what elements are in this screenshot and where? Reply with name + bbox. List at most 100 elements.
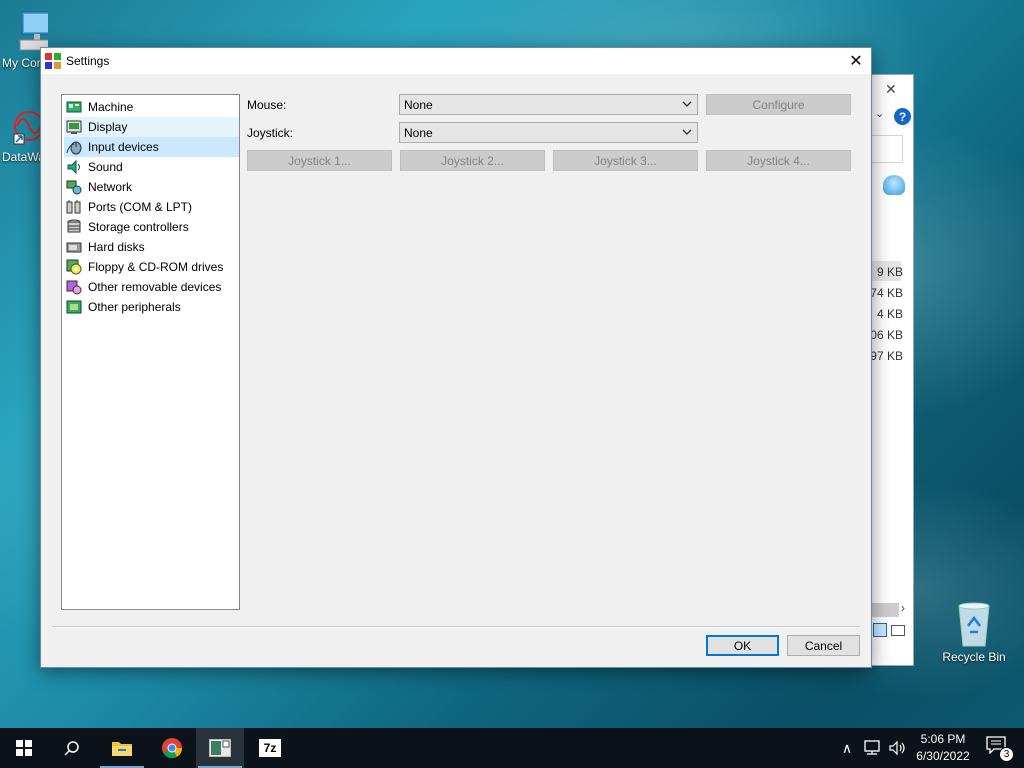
action-center-button[interactable]: 3 <box>986 736 1014 762</box>
chevron-down-icon[interactable]: ⌄ <box>875 107 884 120</box>
tree-item-label: Storage controllers <box>88 220 189 234</box>
system-tray: ∧ <box>836 728 908 768</box>
cancel-button-label: Cancel <box>804 638 843 653</box>
tree-item-display[interactable]: Display <box>64 117 239 137</box>
help-icon[interactable]: ? <box>894 108 911 125</box>
joystick-button-label: Joystick 4... <box>747 153 810 168</box>
joystick-button-label: Joystick 2... <box>441 153 504 168</box>
details-view-icon[interactable] <box>873 623 887 637</box>
scroll-right-icon[interactable]: › <box>901 601 905 615</box>
desktop-icon-recycle-bin[interactable]: Recycle Bin <box>938 600 1010 664</box>
tree-item-label: Other removable devices <box>88 280 222 294</box>
tree-item-label: Sound <box>88 160 123 174</box>
clock-date: 6/30/2022 <box>916 749 970 763</box>
joystick-3-button[interactable]: Joystick 3... <box>553 150 698 171</box>
file-size: 74 KB <box>870 286 903 300</box>
sound-icon <box>67 159 80 175</box>
cancel-button[interactable]: Cancel <box>787 635 860 656</box>
search-icon <box>64 741 79 756</box>
joystick-1-button[interactable]: Joystick 1... <box>247 150 392 171</box>
file-size: 9 KB <box>876 265 903 279</box>
7zip-button[interactable]: 7z <box>246 728 294 768</box>
settings-dialog: Settings ✕ Machine Display Input devices… <box>40 47 872 668</box>
mouse-select[interactable]: None <box>399 94 698 115</box>
settings-category-list[interactable]: Machine Display Input devices Sound Netw… <box>61 94 240 610</box>
file-size: 06 KB <box>870 328 903 342</box>
tree-item-machine[interactable]: Machine <box>64 97 239 117</box>
tree-item-storage-controllers[interactable]: Storage controllers <box>64 217 239 237</box>
display-icon <box>66 120 82 134</box>
chrome-button[interactable] <box>148 728 196 768</box>
peripherals-icon <box>66 300 82 314</box>
tree-item-label: Network <box>88 180 133 194</box>
input-devices-icon <box>66 141 82 155</box>
storage-controllers-icon <box>67 219 81 233</box>
address-box[interactable] <box>871 135 903 163</box>
configure-mouse-button[interactable]: Configure <box>706 94 851 115</box>
recycle-bin-icon <box>958 602 990 647</box>
mouse-select-value: None <box>404 97 433 112</box>
close-icon: ✕ <box>849 53 863 70</box>
tray-overflow-chevron[interactable]: ∧ <box>836 740 858 757</box>
joystick-button-label: Joystick 1... <box>288 153 351 168</box>
hard-disks-icon <box>66 242 82 253</box>
tree-item-label: Hard disks <box>88 240 145 254</box>
tree-item-hard-disks[interactable]: Hard disks <box>64 237 239 257</box>
joystick-label: Joystick: <box>247 126 294 140</box>
file-size: 97 KB <box>870 349 903 363</box>
volume-icon[interactable] <box>888 740 908 756</box>
search-button[interactable] <box>48 728 96 768</box>
joystick-4-button[interactable]: Joystick 4... <box>706 150 851 171</box>
7zip-icon: 7z <box>259 739 281 757</box>
emulator-app-icon <box>45 53 61 69</box>
floppy-cdrom-icon <box>66 259 82 275</box>
mouse-label: Mouse: <box>247 98 287 112</box>
chevron-down-icon <box>682 101 692 107</box>
ports-icon <box>66 200 81 214</box>
tree-item-label: Machine <box>88 100 134 114</box>
tree-item-label: Display <box>88 120 128 134</box>
tree-item-label: Input devices <box>88 140 159 154</box>
taskbar-clock[interactable]: 5:06 PM 6/30/2022 <box>908 731 978 765</box>
close-button[interactable]: ✕ <box>841 48 871 74</box>
desktop-icon-label: Recycle Bin <box>942 650 1006 664</box>
ok-button-label: OK <box>733 638 752 653</box>
tree-item-input-devices[interactable]: Input devices <box>64 137 239 157</box>
joystick-select[interactable]: None <box>399 122 698 143</box>
clock-time: 5:06 PM <box>920 732 966 746</box>
start-icon <box>16 740 32 756</box>
emulator-taskbar-button[interactable] <box>196 728 244 768</box>
network-icon <box>66 180 82 195</box>
tree-item-label: Other peripherals <box>88 300 181 314</box>
file-explorer-button[interactable] <box>98 728 146 768</box>
tree-item-floppy-cdrom[interactable]: Floppy & CD-ROM drives <box>64 257 239 277</box>
taskbar: 7z ∧ 5:06 PM 6/30/2022 3 <box>0 728 1024 768</box>
desktop-icon-datawave[interactable]: DataWa <box>2 108 42 164</box>
tree-item-removable-devices[interactable]: Other removable devices <box>64 277 239 297</box>
tree-item-sound[interactable]: Sound <box>64 157 239 177</box>
dialog-titlebar[interactable]: Settings ✕ <box>41 48 871 74</box>
ok-button[interactable]: OK <box>706 635 779 656</box>
shell-icon[interactable] <box>883 175 905 195</box>
configure-button-label: Configure <box>752 97 805 112</box>
tree-item-ports[interactable]: Ports (COM & LPT) <box>64 197 239 217</box>
close-icon[interactable]: ✕ <box>885 81 897 98</box>
notification-count-badge: 3 <box>999 747 1014 762</box>
file-size: 4 KB <box>876 307 903 321</box>
7zip-icon-label: 7z <box>263 741 277 755</box>
joystick-2-button[interactable]: Joystick 2... <box>400 150 545 171</box>
start-button[interactable] <box>0 728 48 768</box>
dialog-separator <box>52 626 860 628</box>
large-icons-view-icon[interactable] <box>891 625 905 636</box>
chrome-icon <box>162 738 183 759</box>
network-tray-icon[interactable] <box>862 740 882 756</box>
removable-devices-icon <box>66 280 82 295</box>
chevron-down-icon <box>682 129 692 135</box>
desktop-icon-label: DataWa <box>2 150 42 164</box>
tree-item-network[interactable]: Network <box>64 177 239 197</box>
joystick-select-value: None <box>404 125 433 140</box>
joystick-button-label: Joystick 3... <box>594 153 657 168</box>
machine-icon <box>66 101 82 113</box>
tree-item-other-peripherals[interactable]: Other peripherals <box>64 297 239 317</box>
dialog-title: Settings <box>66 54 110 68</box>
